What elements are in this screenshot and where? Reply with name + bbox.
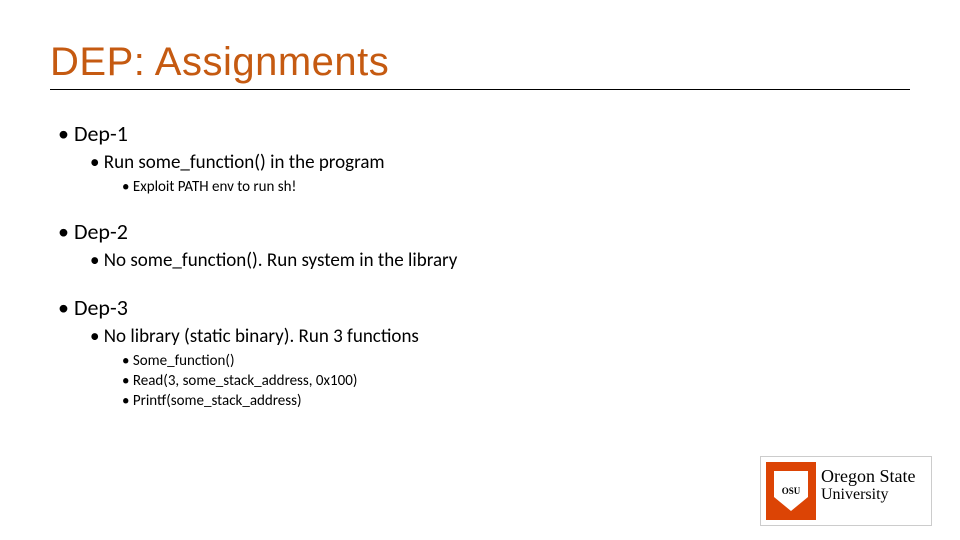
item-label: Exploit PATH env to run sh! [133,178,297,196]
item-label: Dep-2 [74,218,128,245]
list-item: Exploit PATH env to run sh! [122,178,910,196]
logo-badge: OSU [766,462,816,520]
shield-icon: OSU [774,471,808,511]
osu-logo: OSU Oregon State University [760,456,932,526]
slide: DEP: Assignments Dep-1 Run some_function… [0,0,960,540]
item-label: Some_function() [133,352,235,370]
list-item: No some_function(). Run system in the li… [90,249,910,272]
list-item: Dep-2 No some_function(). Run system in … [58,218,910,272]
item-label: No some_function(). Run system in the li… [104,249,458,272]
shield-text: OSU [782,486,801,496]
list-item: Read(3, some_stack_address, 0x100) [122,372,910,390]
list-item: Printf(some_stack_address) [122,392,910,410]
item-label: Dep-1 [74,120,128,147]
list-item: Dep-1 Run some_function() in the program… [58,120,910,196]
list-item: Run some_function() in the program Explo… [90,151,910,196]
list-item: No library (static binary). Run 3 functi… [90,325,910,410]
item-label: Dep-3 [74,294,128,321]
list-item: Dep-3 No library (static binary). Run 3 … [58,294,910,410]
bullet-list: Dep-1 Run some_function() in the program… [58,120,910,410]
item-label: Read(3, some_stack_address, 0x100) [133,372,358,390]
item-label: No library (static binary). Run 3 functi… [104,325,419,348]
title-underline [50,89,910,90]
slide-title: DEP: Assignments [50,40,910,85]
list-item: Some_function() [122,352,910,370]
item-label: Printf(some_stack_address) [133,392,302,410]
logo-text: Oregon State University [821,467,915,504]
logo-line1: Oregon State [821,467,915,486]
logo-line2: University [821,487,915,504]
item-label: Run some_function() in the program [104,151,385,174]
